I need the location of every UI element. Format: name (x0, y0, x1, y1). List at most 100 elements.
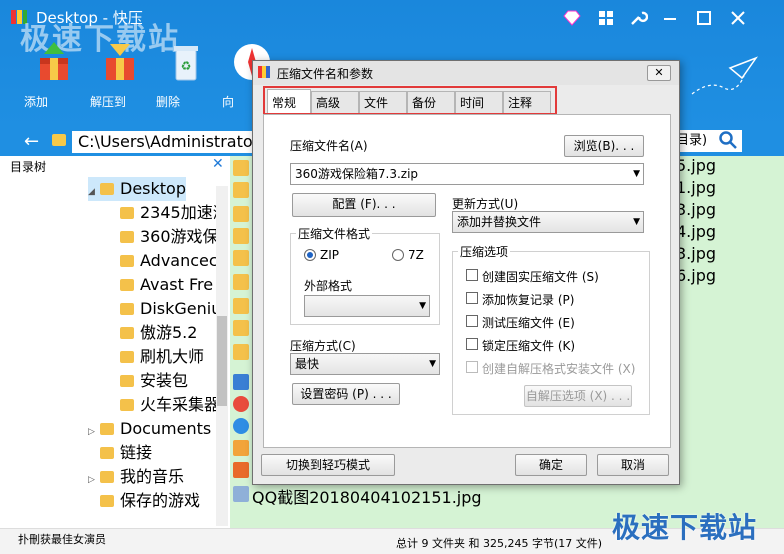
wrench-icon[interactable] (628, 8, 648, 28)
config-button[interactable]: 配置 (F). . . (292, 193, 436, 217)
external-format-select[interactable]: ▼ (304, 295, 430, 317)
folder-icon (233, 206, 249, 222)
add-label: 添加 (24, 95, 49, 109)
browse-button[interactable]: 浏览(B). . . (564, 135, 644, 157)
folder-icon (100, 471, 114, 483)
test-archive-checkbox[interactable] (466, 315, 478, 327)
tree-item[interactable]: Avast Fre (108, 273, 213, 297)
paper-plane-icon (691, 56, 759, 95)
file-item[interactable]: QQ截图20180404102151.jpg (252, 484, 482, 508)
update-mode-select[interactable]: 添加并替换文件 ▼ (452, 211, 644, 233)
solid-archive-checkbox[interactable] (466, 269, 478, 281)
path-input[interactable]: C:\Users\Administrator\ (72, 131, 271, 153)
folder-icon (100, 495, 114, 507)
app-shortcut-icon (233, 374, 249, 390)
set-password-button[interactable]: 设置密码 (P) . . . (292, 383, 400, 405)
file-item[interactable]: 3.jpg (676, 200, 716, 219)
tree-item[interactable]: 保存的游戏 (88, 489, 200, 513)
cancel-button[interactable]: 取消 (597, 454, 669, 476)
test-archive-label: 测试压缩文件 (E) (482, 316, 575, 330)
tree-item[interactable]: 2345加速浏 (108, 201, 229, 225)
method-select[interactable]: 最快 ▼ (290, 353, 440, 375)
update-mode-label: 更新方式(U) (452, 197, 519, 211)
chevron-down-icon[interactable]: ▼ (429, 354, 436, 374)
file-item[interactable]: 5.jpg (676, 156, 716, 175)
sfx-archive-label: 创建自解压格式安装文件 (X) (482, 362, 636, 376)
app-shortcut-icon (233, 462, 249, 478)
tree-item[interactable]: Advancec (108, 249, 218, 273)
search-icon[interactable] (718, 130, 738, 150)
folder-icon (233, 274, 249, 290)
watermark-logo: 极速下载站 (612, 511, 758, 544)
folder-icon (120, 351, 134, 363)
maximize-icon[interactable] (694, 8, 714, 28)
tree-item[interactable]: DiskGeniu (108, 297, 221, 321)
lock-archive-checkbox[interactable] (466, 338, 478, 350)
sfx-options-button[interactable]: 自解压选项 (X) . . . (524, 385, 632, 407)
file-item[interactable]: 4.jpg (676, 222, 716, 241)
tree-item[interactable]: 傲游5.2 (108, 321, 197, 345)
back-arrow-icon[interactable]: ← (24, 131, 39, 152)
tree-item-label: 安装包 (140, 371, 189, 390)
lock-archive-label: 锁定压缩文件 (K) (482, 339, 576, 353)
folder-icon (233, 160, 249, 176)
extract-to-button[interactable]: 解压到 (90, 40, 150, 110)
folder-icon (100, 183, 114, 195)
file-item[interactable]: 1.jpg (676, 178, 716, 197)
image-file-icon (233, 486, 249, 502)
folder-icon (233, 250, 249, 266)
folder-icon (120, 399, 134, 411)
tree-item[interactable]: ▷ 我的音乐 (88, 465, 184, 489)
sfx-archive-checkbox[interactable] (466, 361, 478, 373)
tree-item-label: Documents (120, 419, 212, 438)
format-7z-radio[interactable] (392, 249, 404, 261)
delete-button[interactable]: ♻ 删除 (156, 40, 216, 110)
tree-item[interactable]: 360游戏保 (108, 225, 219, 249)
app-shortcut-icon (233, 440, 249, 456)
folder-icon (120, 255, 134, 267)
expand-arrow-icon[interactable]: ◢ (88, 180, 100, 204)
tree-item-desktop[interactable]: ◢ Desktop (88, 177, 186, 201)
recovery-record-checkbox[interactable] (466, 292, 478, 304)
svg-text:♻: ♻ (181, 59, 192, 73)
add-button[interactable]: 添加 (24, 40, 84, 110)
file-item[interactable]: 6.jpg (676, 266, 716, 285)
format-zip-radio[interactable] (304, 249, 316, 261)
minimize-icon[interactable] (660, 8, 680, 28)
grid-menu-icon[interactable] (596, 8, 616, 28)
format-zip-label: ZIP (320, 248, 339, 262)
status-summary: 总计 9 文件夹 和 325,245 字节(17 文件) (396, 537, 603, 550)
status-left-text: 扑刪获最佳女演员 (18, 533, 106, 546)
chevron-down-icon[interactable]: ▼ (419, 296, 426, 316)
folder-icon (233, 228, 249, 244)
tree-item-label: 我的音乐 (120, 467, 185, 486)
dialog-close-button[interactable]: ✕ (647, 65, 671, 81)
tree-item[interactable]: 安装包 (108, 369, 188, 393)
folder-icon (233, 182, 249, 198)
folder-icon (120, 231, 134, 243)
tree-item[interactable]: 火车采集器 (108, 393, 220, 417)
tree-item[interactable]: ▷ Documents (88, 417, 211, 441)
tree-item-label: 保存的游戏 (120, 491, 201, 510)
scrollbar-thumb[interactable] (217, 316, 227, 406)
ok-button[interactable]: 确定 (515, 454, 587, 476)
file-item[interactable]: 3.jpg (676, 244, 716, 263)
gem-icon[interactable] (562, 8, 582, 28)
tree-close-icon[interactable]: ✕ (212, 156, 224, 172)
tree-scrollbar[interactable] (216, 186, 228, 526)
chevron-down-icon[interactable]: ▼ (633, 212, 640, 232)
tree-item[interactable]: 刷机大师 (108, 345, 204, 369)
switch-light-mode-button[interactable]: 切换到轻巧模式 (261, 454, 395, 476)
chevron-down-icon[interactable]: ▼ (633, 164, 640, 184)
folder-icon (120, 279, 134, 291)
folder-icon (233, 320, 249, 336)
tree-item[interactable]: 链接 (88, 441, 152, 465)
archive-name-input[interactable]: 360游戏保险箱7.3.zip ▼ (290, 163, 644, 185)
archive-name-value: 360游戏保险箱7.3.zip (295, 167, 419, 181)
folder-icon (100, 447, 114, 459)
external-format-label: 外部格式 (304, 279, 353, 293)
tabs-highlight-box (263, 86, 557, 115)
close-icon[interactable] (728, 8, 748, 28)
wizard-label: 向 (222, 95, 235, 109)
general-tab-panel: 压缩文件名(A) 浏览(B). . . 360游戏保险箱7.3.zip ▼ 配置… (263, 114, 671, 448)
